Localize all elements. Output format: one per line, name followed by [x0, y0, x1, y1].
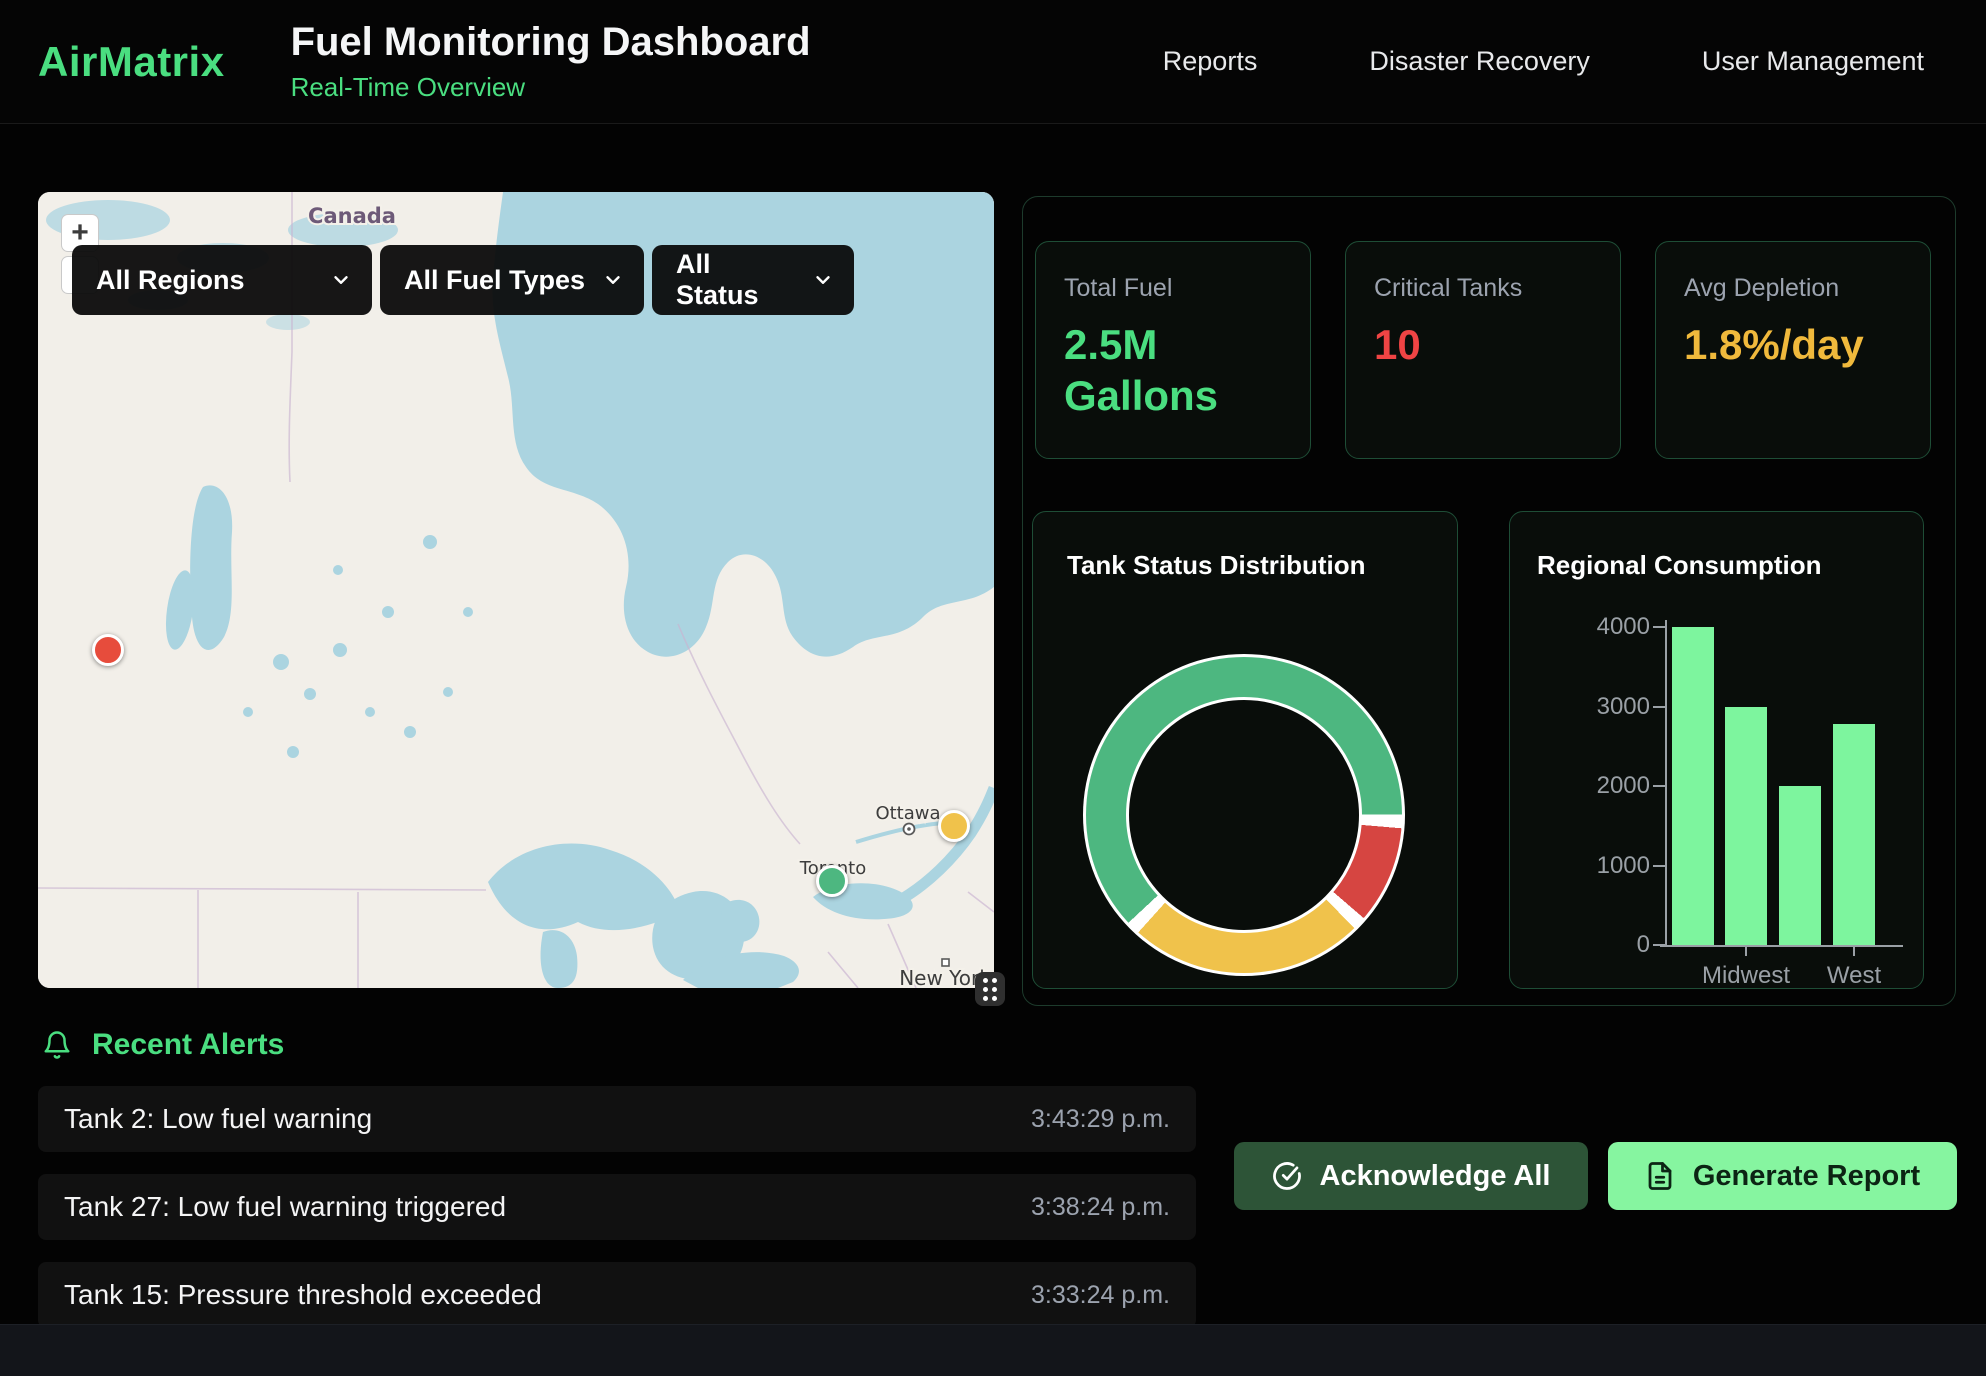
- app-header: AirMatrix Fuel Monitoring Dashboard Real…: [0, 0, 1986, 124]
- bell-icon: [42, 1030, 72, 1060]
- check-circle-icon: [1272, 1161, 1302, 1191]
- alerts-header: Recent Alerts: [42, 1028, 1196, 1062]
- stat-value: 2.5M Gallons: [1064, 319, 1224, 421]
- bar: [1672, 627, 1714, 945]
- y-tick-label: 4000: [1570, 613, 1650, 641]
- chart-title: Tank Status Distribution: [1067, 550, 1366, 581]
- stat-value: 10: [1374, 319, 1592, 370]
- generate-report-label: Generate Report: [1693, 1160, 1920, 1193]
- filter-status-value: All Status: [676, 249, 796, 311]
- generate-report-button[interactable]: Generate Report: [1608, 1142, 1957, 1210]
- alert-list: Tank 2: Low fuel warning3:43:29 p.m.Tank…: [38, 1086, 1196, 1328]
- alert-message: Tank 27: Low fuel warning triggered: [64, 1191, 506, 1223]
- donut-chart: [1083, 654, 1405, 976]
- y-tick-label: 2000: [1570, 772, 1650, 800]
- recent-alerts-section: Recent Alerts Tank 2: Low fuel warning 3:…: [38, 1028, 1196, 1350]
- donut-hole: [1126, 697, 1362, 933]
- alert-row[interactable]: Tank 2: Low fuel warning 3:43:29 p.m.: [38, 1086, 1196, 1152]
- chevron-down-icon: [330, 269, 352, 291]
- drag-handle-icon[interactable]: [975, 972, 1005, 1006]
- country-label: Canada: [308, 204, 396, 228]
- brand-logo: AirMatrix: [38, 38, 225, 86]
- footer-strip: [0, 1324, 1986, 1376]
- filter-fuel-types-value: All Fuel Types: [404, 265, 585, 296]
- map-panel[interactable]: Canada Ottawa Toronto New York + All Reg…: [38, 192, 994, 988]
- y-tick-label: 0: [1570, 931, 1650, 959]
- x-tick-mark: [1853, 947, 1855, 956]
- y-axis-line: [1665, 620, 1667, 947]
- x-axis-line: [1660, 945, 1903, 947]
- tank-marker-warning[interactable]: [938, 810, 970, 842]
- filter-status-select[interactable]: All Status: [652, 245, 854, 315]
- filter-regions-value: All Regions: [96, 265, 245, 296]
- alert-row[interactable]: Tank 15: Pressure threshold exceeded 3:33…: [38, 1262, 1196, 1328]
- bar: [1833, 724, 1875, 945]
- alert-message: Tank 15: Pressure threshold exceeded: [64, 1279, 542, 1311]
- alert-message: Tank 2: Low fuel warning: [64, 1103, 372, 1135]
- alert-timestamp: 3:38:24 p.m.: [1031, 1193, 1170, 1222]
- city-label-ottawa: Ottawa: [875, 803, 940, 824]
- acknowledge-all-button[interactable]: Acknowledge All: [1234, 1142, 1588, 1210]
- filter-fuel-types-select[interactable]: All Fuel Types: [380, 245, 644, 315]
- stat-value: 1.8%/day: [1684, 319, 1816, 370]
- y-tick-label: 3000: [1570, 693, 1650, 721]
- x-tick-mark: [1745, 947, 1747, 956]
- filter-regions-select[interactable]: All Regions: [72, 245, 372, 315]
- page-subtitle: Real-Time Overview: [291, 72, 811, 103]
- map-filter-bar: All Regions All Fuel Types All Status: [72, 245, 854, 315]
- top-nav: Reports Disaster Recovery User Managemen…: [1163, 46, 1924, 77]
- y-tick-mark: [1653, 785, 1665, 787]
- nav-item-reports[interactable]: Reports: [1163, 46, 1258, 77]
- tank-status-card: Tank Status Distribution: [1032, 511, 1458, 989]
- nav-item-disaster-recovery[interactable]: Disaster Recovery: [1369, 46, 1590, 77]
- alert-timestamp: 3:43:29 p.m.: [1031, 1105, 1170, 1134]
- bar-chart: 01000200030004000MidwestWest: [1510, 512, 1923, 988]
- page-title: Fuel Monitoring Dashboard: [291, 20, 811, 65]
- alert-row[interactable]: Tank 27: Low fuel warning triggered 3:38:…: [38, 1174, 1196, 1240]
- title-block: Fuel Monitoring Dashboard Real-Time Over…: [291, 20, 811, 103]
- chevron-down-icon: [602, 269, 624, 291]
- document-icon: [1645, 1161, 1675, 1191]
- regional-consumption-card: Regional Consumption 01000200030004000Mi…: [1509, 511, 1924, 989]
- chevron-down-icon: [812, 269, 834, 291]
- y-tick-label: 1000: [1570, 852, 1650, 880]
- bar: [1725, 707, 1767, 946]
- tank-marker-normal[interactable]: [816, 865, 848, 897]
- y-tick-mark: [1653, 865, 1665, 867]
- metrics-panel: Total Fuel 2.5M Gallons Critical Tanks 1…: [1022, 196, 1956, 1006]
- y-tick-mark: [1653, 944, 1665, 946]
- stat-label: Total Fuel: [1064, 274, 1282, 303]
- stat-label: Critical Tanks: [1374, 274, 1592, 303]
- bar: [1779, 786, 1821, 945]
- y-tick-mark: [1653, 706, 1665, 708]
- alerts-title: Recent Alerts: [92, 1028, 284, 1062]
- y-tick-mark: [1653, 626, 1665, 628]
- stat-card-critical-tanks: Critical Tanks 10: [1345, 241, 1621, 459]
- stat-card-total-fuel: Total Fuel 2.5M Gallons: [1035, 241, 1311, 459]
- acknowledge-all-label: Acknowledge All: [1320, 1160, 1551, 1193]
- tank-marker-critical[interactable]: [92, 634, 124, 666]
- alert-timestamp: 3:33:24 p.m.: [1031, 1281, 1170, 1310]
- nav-item-user-management[interactable]: User Management: [1702, 46, 1924, 77]
- stat-label: Avg Depletion: [1684, 274, 1902, 303]
- x-tick-label: West: [1784, 962, 1924, 990]
- stat-card-avg-depletion: Avg Depletion 1.8%/day: [1655, 241, 1931, 459]
